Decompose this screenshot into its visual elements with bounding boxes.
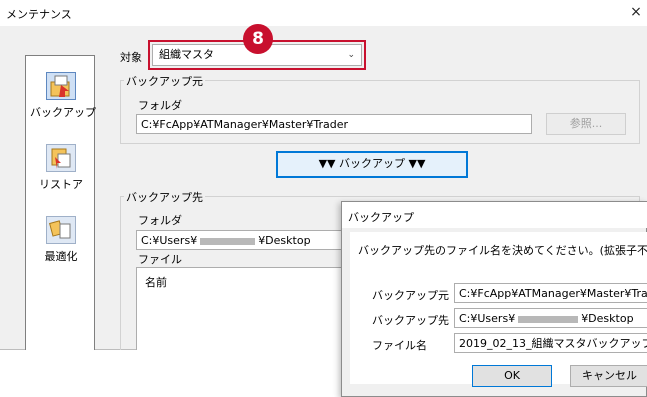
sidebar-item-label: リストア [39,178,83,191]
dialog-dest-label: バックアップ先 [372,314,449,327]
dialog-source-label: バックアップ元 [372,289,449,302]
dialog-dest-field[interactable]: C:¥Users¥ ¥Desktop [454,308,647,328]
backup-source-group-label: バックアップ元 [124,73,205,89]
callout-badge: 8 [243,24,273,54]
sidebar-item-backup[interactable]: バックアップ [30,72,96,120]
dialog-dest-value: C:¥Users¥ [459,312,516,325]
dialog-title: バックアップ [342,202,647,228]
dialog-content: バックアップ先のファイル名を決めてください。(拡張子不要) バックアップ元 C:… [350,232,647,387]
backup-source-folder-label: フォルダ [138,99,182,112]
redacted-text [200,237,256,245]
sidebar-item-optimize[interactable]: 最適化 [30,216,92,264]
backup-dest-file-label: ファイル [138,253,182,266]
run-backup-button[interactable]: ▼▼ バックアップ ▼▼ [276,151,468,178]
backup-icon [46,72,76,100]
browse-button[interactable]: 参照... [546,113,626,135]
restore-icon [46,144,76,172]
optimize-icon [46,216,76,244]
redacted-text [518,315,579,323]
target-label: 対象 [120,51,142,64]
sidebar-item-restore[interactable]: リストア [30,144,92,192]
file-list[interactable]: 名前 [136,267,346,350]
close-icon[interactable]: × [627,3,645,21]
backup-source-folder-field[interactable]: C:¥FcApp¥ATManager¥Master¥Trader [136,114,532,134]
dialog-dest-tail: ¥Desktop [581,312,634,325]
cancel-button[interactable]: キャンセル [570,365,647,387]
sidebar-item-label: 最適化 [44,250,78,263]
sidebar: バックアップ リストア 最適化 [25,55,96,350]
sidebar-item-label: バックアップ [30,106,96,119]
title-bar: メンテナンス × [0,0,647,26]
dialog-source-field[interactable]: C:¥FcApp¥ATManager¥Master¥Trader [454,283,647,303]
backup-dest-group-label: バックアップ先 [124,189,205,205]
dialog-filename-field[interactable]: 2019_02_13_組織マスタバックアップ [454,333,647,353]
dialog-message: バックアップ先のファイル名を決めてください。(拡張子不要) [358,244,647,257]
backup-dest-folder-tail: ¥Desktop [258,234,311,247]
backup-dialog: バックアップ バックアップ先のファイル名を決めてください。(拡張子不要) バック… [341,201,647,397]
backup-dest-folder-label: フォルダ [138,214,182,227]
dialog-filename-label: ファイル名 [372,339,427,352]
backup-dest-folder-value: C:¥Users¥ [141,234,198,247]
file-list-column-name: 名前 [145,276,167,289]
backup-dest-folder-field[interactable]: C:¥Users¥ ¥Desktop [136,230,346,250]
window-title: メンテナンス [6,8,72,21]
ok-button[interactable]: OK [472,365,552,387]
